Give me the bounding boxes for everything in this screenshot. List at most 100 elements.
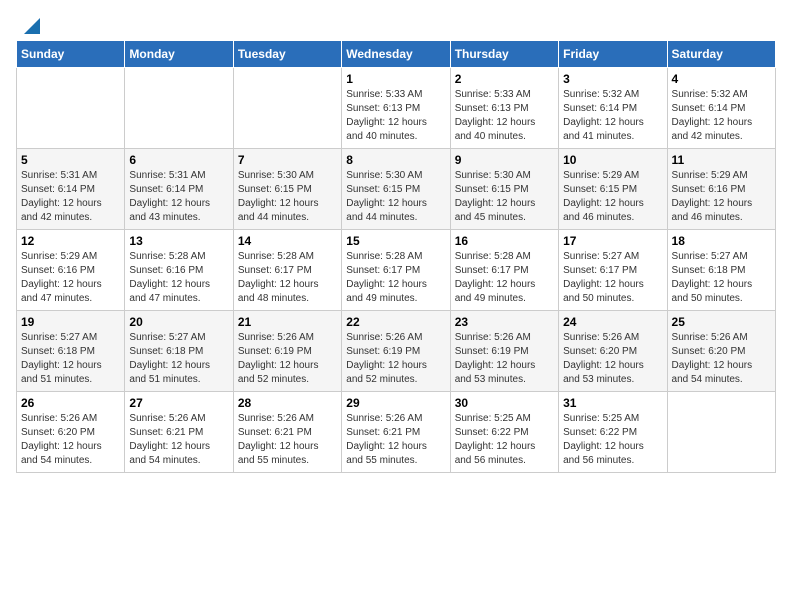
calendar-cell: 4 Sunrise: 5:32 AM Sunset: 6:14 PM Daylig… [667, 68, 775, 149]
day-info: Sunrise: 5:33 AM Sunset: 6:13 PM Dayligh… [346, 88, 445, 144]
logo-icon [18, 16, 40, 34]
calendar-week-row: 1Sunrise: 5:33 AM Sunset: 6:13 PM Daylig… [17, 68, 776, 149]
calendar-cell: 30 Sunrise: 5:25 AM Sunset: 6:22 PM Dayli… [450, 392, 558, 473]
day-info: Sunrise: 5:26 AM Sunset: 6:20 PM Dayligh… [563, 331, 662, 387]
day-number: 18 [672, 234, 771, 248]
page-header [16, 16, 776, 34]
day-number: 5 [21, 153, 120, 167]
calendar-cell [125, 68, 233, 149]
day-number: 12 [21, 234, 120, 248]
calendar-cell: 19 Sunrise: 5:27 AM Sunset: 6:18 PM Dayli… [17, 311, 125, 392]
day-info: Sunrise: 5:32 AM Sunset: 6:14 PM Dayligh… [672, 88, 771, 144]
calendar-cell [667, 392, 775, 473]
day-number: 17 [563, 234, 662, 248]
day-number: 15 [346, 234, 445, 248]
day-of-week-header: Thursday [450, 41, 558, 68]
calendar-cell: 28 Sunrise: 5:26 AM Sunset: 6:21 PM Dayli… [233, 392, 341, 473]
calendar-cell: 22 Sunrise: 5:26 AM Sunset: 6:19 PM Dayli… [342, 311, 450, 392]
day-info: Sunrise: 5:28 AM Sunset: 6:17 PM Dayligh… [346, 250, 445, 306]
day-number: 16 [455, 234, 554, 248]
calendar-cell: 1Sunrise: 5:33 AM Sunset: 6:13 PM Daylig… [342, 68, 450, 149]
calendar-week-row: 26Sunrise: 5:26 AM Sunset: 6:20 PM Dayli… [17, 392, 776, 473]
calendar-cell: 10Sunrise: 5:29 AM Sunset: 6:15 PM Dayli… [559, 149, 667, 230]
day-number: 8 [346, 153, 445, 167]
calendar-cell [17, 68, 125, 149]
day-info: Sunrise: 5:29 AM Sunset: 6:16 PM Dayligh… [672, 169, 771, 225]
day-number: 30 [455, 396, 554, 410]
calendar-week-row: 5 Sunrise: 5:31 AM Sunset: 6:14 PM Daylig… [17, 149, 776, 230]
calendar-cell: 5 Sunrise: 5:31 AM Sunset: 6:14 PM Daylig… [17, 149, 125, 230]
day-info: Sunrise: 5:28 AM Sunset: 6:17 PM Dayligh… [238, 250, 337, 306]
day-number: 25 [672, 315, 771, 329]
calendar-cell [233, 68, 341, 149]
day-info: Sunrise: 5:26 AM Sunset: 6:20 PM Dayligh… [672, 331, 771, 387]
day-info: Sunrise: 5:26 AM Sunset: 6:21 PM Dayligh… [238, 412, 337, 468]
day-number: 7 [238, 153, 337, 167]
day-number: 3 [563, 72, 662, 86]
day-info: Sunrise: 5:29 AM Sunset: 6:16 PM Dayligh… [21, 250, 120, 306]
day-info: Sunrise: 5:27 AM Sunset: 6:18 PM Dayligh… [672, 250, 771, 306]
calendar-cell: 2Sunrise: 5:33 AM Sunset: 6:13 PM Daylig… [450, 68, 558, 149]
day-info: Sunrise: 5:32 AM Sunset: 6:14 PM Dayligh… [563, 88, 662, 144]
day-number: 4 [672, 72, 771, 86]
day-number: 29 [346, 396, 445, 410]
calendar-cell: 9Sunrise: 5:30 AM Sunset: 6:15 PM Daylig… [450, 149, 558, 230]
calendar-cell: 23 Sunrise: 5:26 AM Sunset: 6:19 PM Dayli… [450, 311, 558, 392]
calendar-cell: 21 Sunrise: 5:26 AM Sunset: 6:19 PM Dayli… [233, 311, 341, 392]
day-number: 27 [129, 396, 228, 410]
day-number: 21 [238, 315, 337, 329]
day-number: 14 [238, 234, 337, 248]
day-info: Sunrise: 5:26 AM Sunset: 6:21 PM Dayligh… [346, 412, 445, 468]
calendar-cell: 7Sunrise: 5:30 AM Sunset: 6:15 PM Daylig… [233, 149, 341, 230]
day-of-week-header: Saturday [667, 41, 775, 68]
day-number: 31 [563, 396, 662, 410]
calendar-table: SundayMondayTuesdayWednesdayThursdayFrid… [16, 40, 776, 473]
day-number: 20 [129, 315, 228, 329]
day-of-week-header: Monday [125, 41, 233, 68]
day-info: Sunrise: 5:26 AM Sunset: 6:19 PM Dayligh… [455, 331, 554, 387]
calendar-header-row: SundayMondayTuesdayWednesdayThursdayFrid… [17, 41, 776, 68]
calendar-week-row: 12 Sunrise: 5:29 AM Sunset: 6:16 PM Dayli… [17, 230, 776, 311]
day-number: 24 [563, 315, 662, 329]
calendar-cell: 14 Sunrise: 5:28 AM Sunset: 6:17 PM Dayli… [233, 230, 341, 311]
day-info: Sunrise: 5:28 AM Sunset: 6:16 PM Dayligh… [129, 250, 228, 306]
day-info: Sunrise: 5:31 AM Sunset: 6:14 PM Dayligh… [129, 169, 228, 225]
day-info: Sunrise: 5:27 AM Sunset: 6:18 PM Dayligh… [21, 331, 120, 387]
calendar-cell: 17 Sunrise: 5:27 AM Sunset: 6:17 PM Dayli… [559, 230, 667, 311]
calendar-cell: 27Sunrise: 5:26 AM Sunset: 6:21 PM Dayli… [125, 392, 233, 473]
calendar-cell: 24 Sunrise: 5:26 AM Sunset: 6:20 PM Dayli… [559, 311, 667, 392]
calendar-cell: 29 Sunrise: 5:26 AM Sunset: 6:21 PM Dayli… [342, 392, 450, 473]
day-of-week-header: Friday [559, 41, 667, 68]
day-info: Sunrise: 5:30 AM Sunset: 6:15 PM Dayligh… [346, 169, 445, 225]
day-number: 13 [129, 234, 228, 248]
day-info: Sunrise: 5:29 AM Sunset: 6:15 PM Dayligh… [563, 169, 662, 225]
day-number: 19 [21, 315, 120, 329]
day-info: Sunrise: 5:33 AM Sunset: 6:13 PM Dayligh… [455, 88, 554, 144]
calendar-cell: 6 Sunrise: 5:31 AM Sunset: 6:14 PM Daylig… [125, 149, 233, 230]
calendar-cell: 25 Sunrise: 5:26 AM Sunset: 6:20 PM Dayli… [667, 311, 775, 392]
day-info: Sunrise: 5:25 AM Sunset: 6:22 PM Dayligh… [455, 412, 554, 468]
day-number: 22 [346, 315, 445, 329]
day-info: Sunrise: 5:27 AM Sunset: 6:17 PM Dayligh… [563, 250, 662, 306]
day-info: Sunrise: 5:27 AM Sunset: 6:18 PM Dayligh… [129, 331, 228, 387]
day-number: 23 [455, 315, 554, 329]
calendar-cell: 16 Sunrise: 5:28 AM Sunset: 6:17 PM Dayli… [450, 230, 558, 311]
logo [16, 16, 40, 34]
day-of-week-header: Tuesday [233, 41, 341, 68]
day-info: Sunrise: 5:28 AM Sunset: 6:17 PM Dayligh… [455, 250, 554, 306]
day-info: Sunrise: 5:25 AM Sunset: 6:22 PM Dayligh… [563, 412, 662, 468]
calendar-cell: 15 Sunrise: 5:28 AM Sunset: 6:17 PM Dayli… [342, 230, 450, 311]
day-of-week-header: Wednesday [342, 41, 450, 68]
calendar-cell: 8 Sunrise: 5:30 AM Sunset: 6:15 PM Daylig… [342, 149, 450, 230]
calendar-cell: 18 Sunrise: 5:27 AM Sunset: 6:18 PM Dayli… [667, 230, 775, 311]
calendar-cell: 11Sunrise: 5:29 AM Sunset: 6:16 PM Dayli… [667, 149, 775, 230]
day-number: 28 [238, 396, 337, 410]
calendar-cell: 13 Sunrise: 5:28 AM Sunset: 6:16 PM Dayli… [125, 230, 233, 311]
day-info: Sunrise: 5:26 AM Sunset: 6:19 PM Dayligh… [238, 331, 337, 387]
calendar-cell: 12 Sunrise: 5:29 AM Sunset: 6:16 PM Dayli… [17, 230, 125, 311]
day-number: 6 [129, 153, 228, 167]
day-number: 9 [455, 153, 554, 167]
day-info: Sunrise: 5:31 AM Sunset: 6:14 PM Dayligh… [21, 169, 120, 225]
day-info: Sunrise: 5:26 AM Sunset: 6:19 PM Dayligh… [346, 331, 445, 387]
day-number: 26 [21, 396, 120, 410]
